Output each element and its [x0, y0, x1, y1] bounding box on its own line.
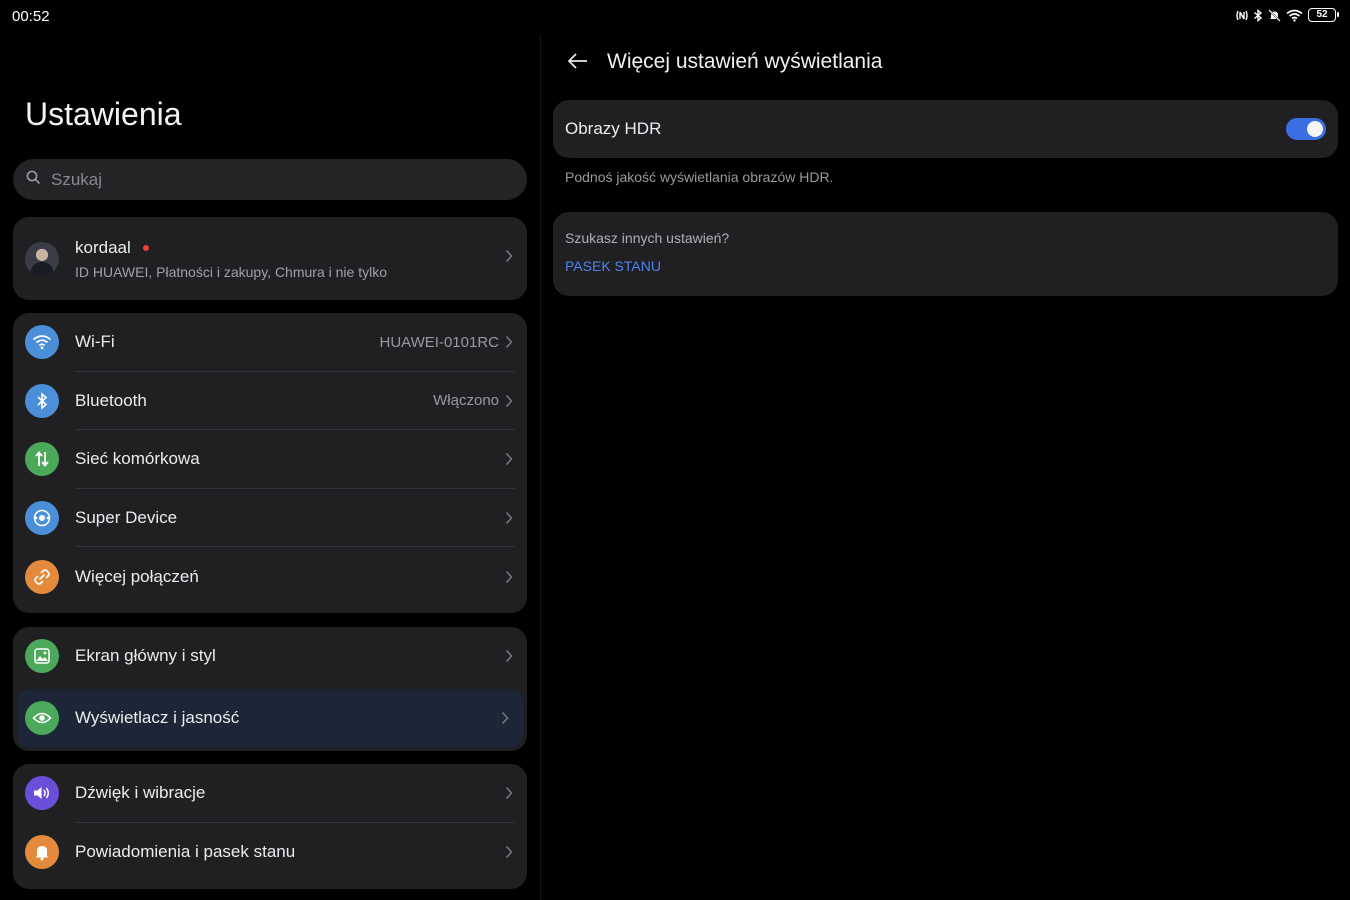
super-device-icon — [25, 501, 59, 536]
detail-title: Więcej ustawień wyświetlania — [607, 50, 883, 73]
sidebar-item-super-device[interactable]: Super Device — [13, 489, 527, 548]
sidebar-item-bluetooth[interactable]: Bluetooth Włączono — [13, 372, 527, 431]
chevron-right-icon — [505, 570, 513, 584]
chevron-right-icon — [505, 786, 513, 800]
hdr-images-label: Obrazy HDR — [565, 119, 662, 138]
eye-icon — [25, 700, 59, 735]
sidebar-item-mobile-network[interactable]: Sieć komórkowa — [13, 430, 527, 489]
display-style-card: Ekran główny i styl Wyświetlacz i jasnoś… — [13, 627, 527, 751]
toggle-knob — [1307, 121, 1323, 137]
sidebar-item-home-screen-style[interactable]: Ekran główny i styl — [13, 627, 527, 686]
sidebar-item-label: Bluetooth — [75, 390, 147, 410]
account-card[interactable]: kordaal ID HUAWEI, Płatności i zakupy, C… — [13, 217, 527, 300]
chevron-right-icon — [505, 249, 513, 268]
sidebar-item-label: Wyświetlacz i jasność — [75, 707, 240, 727]
sidebar-item-label: Sieć komórkowa — [75, 449, 200, 469]
image-icon — [25, 639, 59, 674]
sidebar-item-more-connections[interactable]: Więcej połączeń — [13, 547, 527, 606]
chevron-right-icon — [505, 649, 513, 663]
chevron-right-icon — [505, 335, 513, 349]
back-button[interactable] — [565, 50, 591, 76]
chevron-right-icon — [501, 711, 509, 725]
arrow-left-icon — [567, 52, 589, 75]
sidebar-item-wifi[interactable]: Wi-Fi HUAWEI-0101RC — [13, 313, 527, 372]
chevron-right-icon — [505, 394, 513, 408]
sidebar-item-label: Super Device — [75, 508, 178, 528]
notification-dot — [142, 244, 149, 251]
wifi-icon — [25, 325, 59, 360]
chevron-right-icon — [505, 511, 513, 525]
sidebar-item-label: Ekran główny i styl — [75, 646, 216, 666]
sidebar-item-display-brightness[interactable]: Wyświetlacz i jasność — [17, 688, 523, 747]
speaker-icon — [25, 776, 59, 811]
sidebar-item-notifications-status-bar[interactable]: Powiadomienia i pasek stanu — [13, 823, 527, 882]
hdr-images-row[interactable]: Obrazy HDR — [553, 100, 1338, 158]
sidebar-item-label: Wi-Fi — [75, 332, 115, 352]
page-title: Ustawienia — [25, 96, 182, 132]
status-bar-link[interactable]: PASEK STANU — [565, 258, 661, 274]
account-subtitle: ID HUAWEI, Płatności i zakupy, Chmura i … — [75, 263, 387, 280]
search-bar[interactable] — [13, 159, 527, 200]
link-icon — [25, 559, 59, 594]
sound-notifications-card: Dźwięk i wibracje Powiadomienia i pasek … — [13, 764, 527, 889]
hdr-images-toggle[interactable] — [1286, 118, 1326, 140]
mobile-data-icon — [25, 442, 59, 477]
sidebar-item-label: Dźwięk i wibracje — [75, 783, 206, 803]
bell-icon — [25, 834, 59, 869]
chevron-right-icon — [505, 452, 513, 466]
search-icon — [26, 170, 41, 190]
account-name: kordaal — [75, 237, 131, 257]
bluetooth-icon — [25, 383, 59, 418]
hdr-images-description: Podnoś jakość wyświetlania obrazów HDR. — [565, 169, 834, 185]
sidebar-item-label: Więcej połączeń — [75, 566, 199, 586]
wifi-network-value: HUAWEI-0101RC — [379, 333, 499, 351]
detail-pane: Więcej ustawień wyświetlania Obrazy HDR … — [541, 0, 1350, 900]
other-settings-card: Szukasz innych ustawień? PASEK STANU — [553, 212, 1338, 296]
chevron-right-icon — [505, 845, 513, 859]
search-input[interactable] — [49, 168, 489, 191]
sidebar-item-label: Powiadomienia i pasek stanu — [75, 841, 296, 861]
sidebar-item-sound-vibration[interactable]: Dźwięk i wibracje — [13, 764, 527, 823]
bluetooth-status-value: Włączono — [433, 392, 499, 410]
settings-list-pane: Ustawienia kordaal ID HUAWEI, Płatności … — [0, 0, 540, 900]
other-settings-question: Szukasz innych ustawień? — [565, 230, 730, 246]
connections-card: Wi-Fi HUAWEI-0101RC Bluetooth Włączono S… — [13, 313, 527, 613]
avatar — [25, 241, 59, 276]
